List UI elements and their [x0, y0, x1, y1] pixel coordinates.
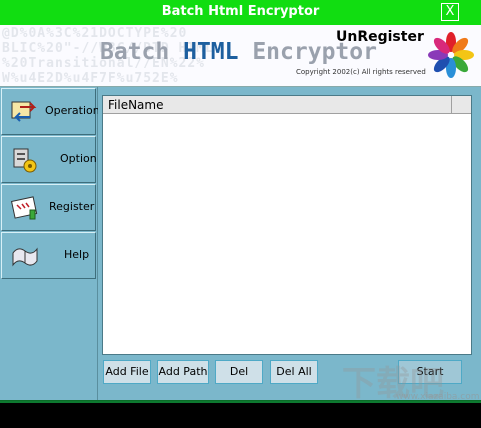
- title-bar[interactable]: Batch Html Encryptor X: [0, 0, 481, 25]
- product-name-part: Batch: [100, 39, 184, 65]
- product-name-highlight: HTML: [183, 39, 239, 65]
- add-path-button[interactable]: Add Path: [157, 360, 209, 384]
- column-header-filler: [452, 96, 471, 114]
- main-panel: FileName Add File Add Path Del Del All S…: [98, 87, 481, 400]
- app-window: Batch Html Encryptor X @D%0A%3C%21DOCTYP…: [0, 0, 481, 428]
- add-file-button[interactable]: Add File: [103, 360, 151, 384]
- close-icon: X: [445, 4, 455, 19]
- delete-all-button[interactable]: Del All: [270, 360, 318, 384]
- registration-status: UnRegister: [336, 29, 424, 45]
- close-button[interactable]: X: [441, 3, 459, 21]
- sidebar-item-label: Operation: [45, 104, 100, 117]
- sidebar-item-label: Help: [64, 248, 90, 261]
- delete-button[interactable]: Del: [215, 360, 263, 384]
- option-icon: [13, 148, 37, 173]
- column-header-label: FileName: [108, 98, 164, 112]
- sidebar: Operation Option Register Help: [0, 87, 100, 400]
- site-watermark-url: www.xiazaiba.com: [396, 392, 480, 402]
- logo-pinwheel-icon: [428, 32, 474, 78]
- copyright-text: Copyright 2002(c) All rights reserved: [296, 68, 426, 76]
- sidebar-item-register[interactable]: Register: [1, 184, 96, 231]
- sidebar-item-label: Register: [49, 200, 95, 213]
- banner-watermark-line: W%u4E2D%u4F7F%u752E%: [2, 71, 179, 86]
- sidebar-item-option[interactable]: Option: [1, 136, 97, 183]
- sidebar-item-operation[interactable]: Operation: [1, 88, 100, 135]
- window-title: Batch Html Encryptor: [161, 4, 320, 19]
- header-banner: @D%0A%3C%21DOCTYPE%20 BLIC%20"-//W3C//DT…: [0, 25, 481, 87]
- register-icon: [10, 196, 38, 220]
- operation-icon: [11, 101, 37, 122]
- sidebar-item-help[interactable]: Help: [1, 232, 96, 279]
- column-header-filename[interactable]: FileName: [103, 96, 452, 114]
- file-list[interactable]: FileName: [102, 95, 472, 355]
- help-icon: [12, 247, 38, 267]
- sidebar-item-label: Option: [60, 152, 97, 165]
